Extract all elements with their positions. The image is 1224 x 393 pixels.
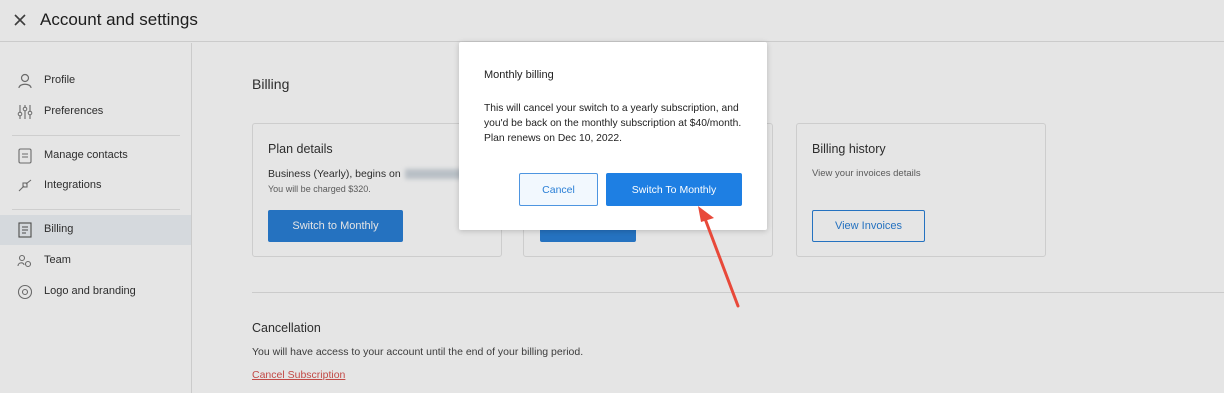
- annotation-arrow-icon: [698, 206, 740, 308]
- dialog-title: Monthly billing: [484, 69, 554, 81]
- cancel-button[interactable]: Cancel: [519, 173, 598, 206]
- dialog-body: This will cancel your switch to a yearly…: [484, 103, 742, 144]
